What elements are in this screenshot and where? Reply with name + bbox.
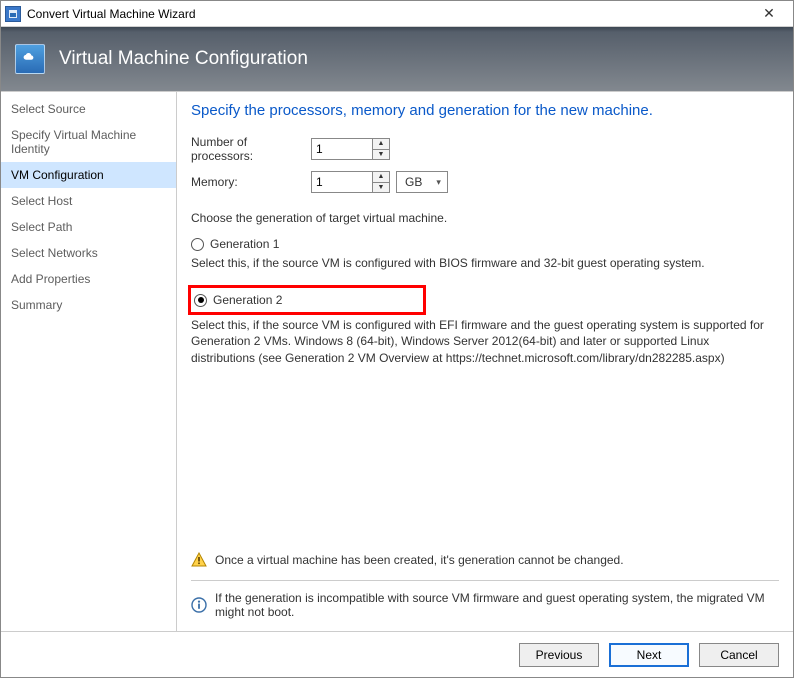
memory-unit-value: GB [405, 175, 422, 189]
wizard-window: Convert Virtual Machine Wizard ✕ Virtual… [0, 0, 794, 678]
close-button[interactable]: ✕ [749, 5, 789, 22]
step-add-properties[interactable]: Add Properties [1, 266, 176, 292]
generation1-radio[interactable] [191, 238, 204, 251]
generation-warning: Once a virtual machine has been created,… [191, 546, 779, 574]
generation2-radio-row[interactable]: Generation 2 [191, 291, 282, 309]
processors-stepper[interactable]: ▲ ▼ [311, 138, 390, 160]
warning-icon [191, 552, 207, 568]
page-title: Virtual Machine Configuration [59, 48, 308, 70]
step-vm-configuration[interactable]: VM Configuration [1, 162, 176, 188]
main-heading: Specify the processors, memory and gener… [191, 102, 779, 119]
divider [191, 580, 779, 581]
step-select-host[interactable]: Select Host [1, 188, 176, 214]
memory-stepper[interactable]: ▲ ▼ [311, 171, 390, 193]
generation1-radio-row[interactable]: Generation 1 [191, 235, 779, 253]
generation1-label: Generation 1 [210, 237, 279, 251]
titlebar: Convert Virtual Machine Wizard ✕ [1, 1, 793, 27]
info-icon [191, 597, 207, 613]
generation-prompt: Choose the generation of target virtual … [191, 211, 779, 225]
step-summary[interactable]: Summary [1, 292, 176, 318]
step-select-path[interactable]: Select Path [1, 214, 176, 240]
step-select-source[interactable]: Select Source [1, 96, 176, 122]
memory-label: Memory: [191, 175, 311, 189]
generation2-radio[interactable] [194, 294, 207, 307]
wizard-body: Select Source Specify Virtual Machine Id… [1, 91, 793, 631]
info-text: If the generation is incompatible with s… [215, 591, 779, 619]
memory-stepper-down[interactable]: ▼ [373, 183, 389, 193]
step-specify-identity[interactable]: Specify Virtual Machine Identity [1, 122, 176, 162]
cloud-computer-icon [15, 44, 45, 74]
banner: Virtual Machine Configuration [1, 27, 793, 91]
processors-row: Number of processors: ▲ ▼ [191, 135, 779, 163]
generation2-description: Select this, if the source VM is configu… [191, 317, 771, 366]
previous-button[interactable]: Previous [519, 643, 599, 667]
warning-text: Once a virtual machine has been created,… [215, 553, 624, 567]
wizard-steps-sidebar: Select Source Specify Virtual Machine Id… [1, 92, 177, 631]
memory-stepper-up[interactable]: ▲ [373, 172, 389, 183]
processors-stepper-up[interactable]: ▲ [373, 139, 389, 150]
window-title: Convert Virtual Machine Wizard [27, 7, 196, 21]
compatibility-info: If the generation is incompatible with s… [191, 585, 779, 625]
cancel-button[interactable]: Cancel [699, 643, 779, 667]
generation2-label: Generation 2 [213, 293, 282, 307]
wizard-button-bar: Previous Next Cancel [1, 631, 793, 677]
generation2-highlight: Generation 2 [188, 285, 426, 315]
memory-row: Memory: ▲ ▼ GB ▾ [191, 171, 779, 193]
next-button[interactable]: Next [609, 643, 689, 667]
generation1-description: Select this, if the source VM is configu… [191, 255, 771, 271]
processors-input[interactable] [312, 139, 372, 159]
memory-input[interactable] [312, 172, 372, 192]
chevron-down-icon: ▾ [436, 177, 441, 188]
processors-stepper-down[interactable]: ▼ [373, 150, 389, 160]
memory-unit-select[interactable]: GB ▾ [396, 171, 448, 193]
step-select-networks[interactable]: Select Networks [1, 240, 176, 266]
processors-label: Number of processors: [191, 135, 311, 163]
app-icon [5, 6, 21, 22]
wizard-main-panel: Specify the processors, memory and gener… [177, 92, 793, 631]
